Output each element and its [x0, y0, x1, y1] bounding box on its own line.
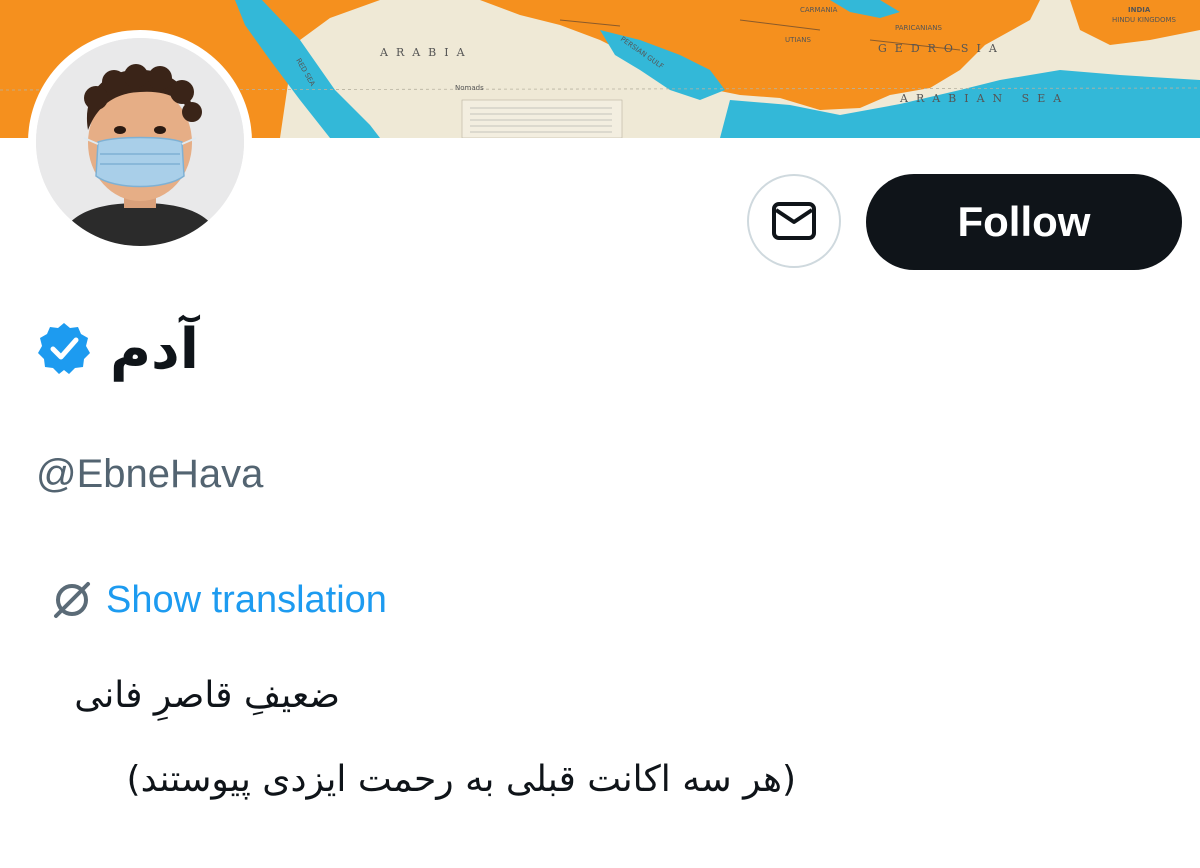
- bio-line-2: (هر سه اکانت قبلی به رحمت ایزدی پیوستند): [126, 759, 796, 800]
- map-label-paricanians: PARICANIANS: [895, 24, 942, 32]
- map-label-india: INDIA: [1128, 6, 1151, 14]
- show-translation-link[interactable]: Show translation: [46, 572, 387, 628]
- map-label-hindu-kingdoms: HINDU KINGDOMS: [1112, 16, 1177, 24]
- verified-badge-icon: [38, 323, 90, 374]
- map-label-nomads: Nomads: [455, 84, 484, 92]
- profile-handle: @EbneHava: [36, 452, 264, 496]
- map-label-utians: UTIANS: [785, 36, 811, 44]
- follow-button[interactable]: Follow: [866, 174, 1182, 270]
- bio-line-1: ضعیفِ قاصرِ فانی: [74, 675, 340, 716]
- message-button[interactable]: [747, 174, 841, 268]
- envelope-icon: [772, 202, 816, 240]
- map-label-carmania: CARMANIA: [800, 6, 838, 14]
- profile-avatar[interactable]: [28, 30, 252, 254]
- map-label-arabia: ARABIA: [379, 46, 473, 59]
- translate-icon: [54, 582, 90, 618]
- map-legend: [461, 99, 623, 138]
- profile-display-name: آدم: [110, 317, 199, 382]
- show-translation-label: Show translation: [106, 579, 387, 621]
- map-label-gedrosia: GEDROSIA: [878, 42, 1005, 55]
- avatar-photo: [36, 38, 244, 246]
- map-label-arabian-sea: ARABIAN SEA: [899, 92, 1069, 105]
